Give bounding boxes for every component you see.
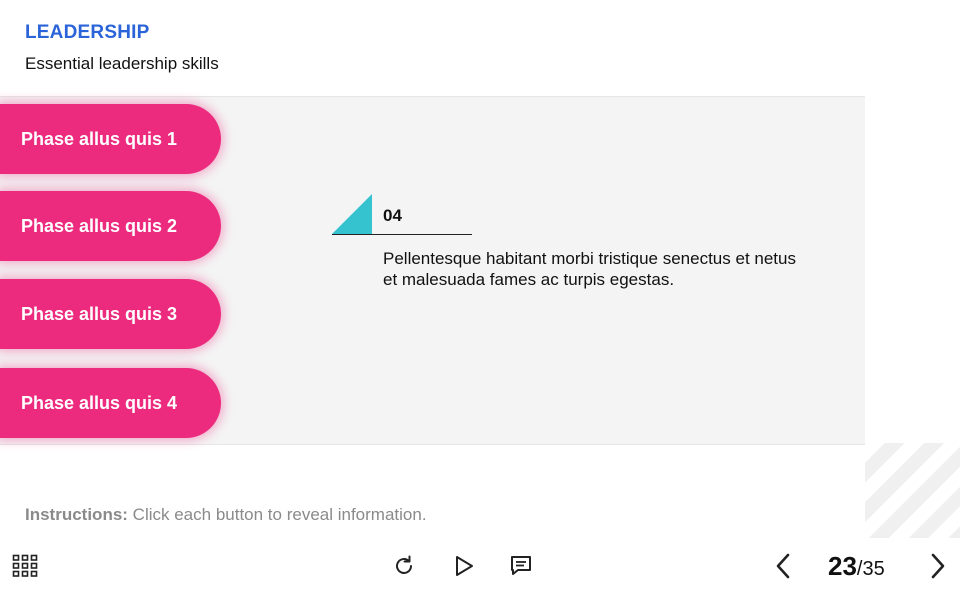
grid-menu-icon: [12, 554, 38, 577]
previous-slide-button[interactable]: [770, 551, 796, 581]
page-counter: 23/35: [828, 551, 885, 582]
phase-button-3[interactable]: Phase allus quis 3: [0, 279, 221, 349]
grid-menu-button[interactable]: [12, 554, 38, 578]
phase-button-2[interactable]: Phase allus quis 2: [0, 191, 221, 261]
phase-button-label: Phase allus quis 4: [21, 392, 178, 413]
decorative-stripes: [865, 443, 960, 538]
phase-button-label: Phase allus quis 3: [21, 303, 178, 324]
play-icon: [456, 556, 473, 576]
info-divider: [332, 234, 472, 235]
replay-icon: [396, 555, 412, 574]
phase-button-1[interactable]: Phase allus quis 1: [0, 104, 221, 174]
chevron-right-icon: [931, 553, 945, 579]
instructions: Instructions: Click each button to revea…: [25, 505, 427, 525]
replay-button[interactable]: [391, 553, 417, 579]
next-slide-button[interactable]: [925, 551, 951, 581]
accent-triangle-icon: [332, 194, 372, 234]
info-number: 04: [383, 206, 402, 225]
comment-button[interactable]: [508, 554, 534, 578]
phase-button-label: Phase allus quis 1: [21, 128, 178, 149]
info-text: Pellentesque habitant morbi tristique se…: [383, 249, 796, 289]
comment-icon: [511, 556, 531, 575]
page-total: /35: [856, 558, 885, 580]
chevron-left-icon: [776, 553, 790, 579]
course-title: LEADERSHIP: [25, 22, 150, 43]
instructions-text: Click each button to reveal information.: [127, 505, 427, 524]
phase-button-label: Phase allus quis 2: [21, 215, 178, 236]
play-button[interactable]: [451, 553, 477, 579]
instructions-label: Instructions:: [25, 505, 128, 524]
course-subtitle: Essential leadership skills: [25, 54, 219, 73]
page-current: 23: [828, 551, 857, 581]
phase-button-4[interactable]: Phase allus quis 4: [0, 368, 221, 438]
